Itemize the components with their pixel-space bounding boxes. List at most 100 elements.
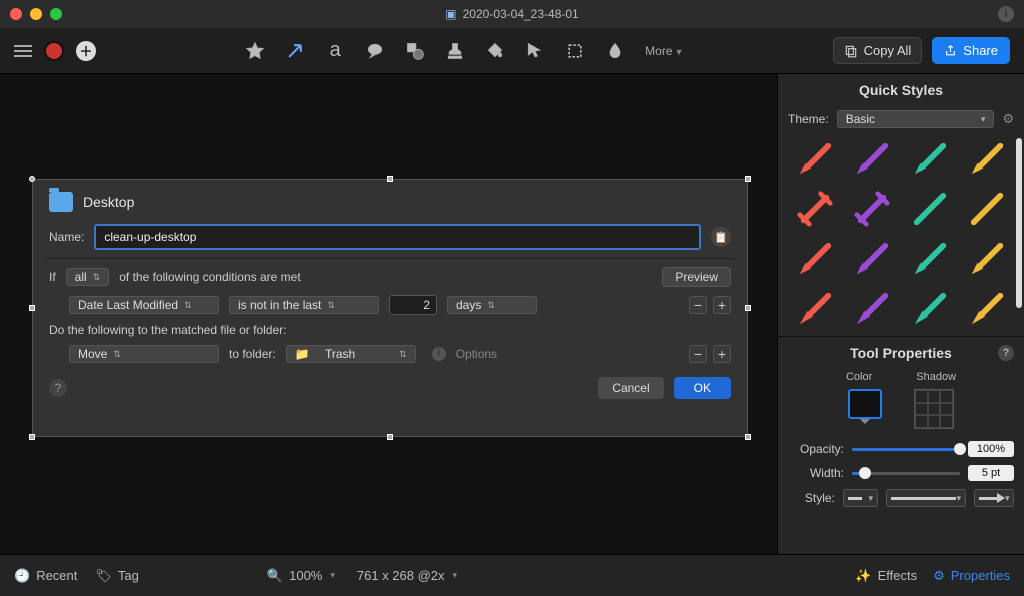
name-label: Name: [49,230,84,244]
crop-tool-icon[interactable] [565,41,585,61]
style-swatch[interactable] [848,138,898,180]
resize-handle[interactable] [387,434,393,440]
style-swatch[interactable] [963,288,1013,330]
add-action-button[interactable]: + [713,345,731,363]
theme-select[interactable]: Basic▾ [837,110,995,128]
help-icon[interactable]: ? [49,379,67,397]
rule-name-input[interactable] [94,224,701,250]
arrow-tool-icon[interactable] [285,41,305,61]
condition-field-select[interactable]: Date Last Modified⇅ [69,296,219,314]
quick-styles-title: Quick Styles [778,74,1024,106]
menu-icon[interactable] [14,45,32,57]
color-picker[interactable] [848,389,882,419]
zoom-indicator[interactable]: 🔍100%▾ [267,568,335,584]
options-label[interactable]: Options [456,347,497,361]
favorite-tool-icon[interactable] [245,41,265,61]
help-icon[interactable]: ? [998,345,1014,361]
remove-action-button[interactable]: − [689,345,707,363]
resize-handle[interactable] [745,176,751,182]
width-value[interactable]: 5 pt [968,465,1014,481]
info-icon[interactable]: i [998,6,1014,22]
maximize-window[interactable] [50,8,62,20]
style-swatch[interactable] [905,138,955,180]
to-folder-label: to folder: [229,347,276,361]
shadow-picker[interactable] [914,389,954,429]
preview-button[interactable]: Preview [662,267,731,287]
effects-button[interactable]: ✨Effects [855,568,917,584]
line-style-select[interactable]: ▾ [886,489,966,507]
text-tool-icon[interactable]: a [325,41,345,61]
rule-dialog: Desktop Name: 📋 If all⇅ of the following… [32,179,748,437]
resize-handle[interactable] [745,434,751,440]
action-select[interactable]: Move⇅ [69,345,219,363]
resize-handle[interactable] [387,176,393,182]
minimize-window[interactable] [30,8,42,20]
fill-tool-icon[interactable] [485,41,505,61]
properties-label: Properties [951,568,1010,583]
tag-icon: 🏷 [95,568,112,584]
remove-condition-button[interactable]: − [689,296,707,314]
style-swatch[interactable] [790,288,840,330]
scope-select[interactable]: all⇅ [66,268,110,286]
canvas[interactable]: Desktop Name: 📋 If all⇅ of the following… [0,74,777,554]
add-condition-button[interactable]: + [713,296,731,314]
zoom-value: 100% [289,568,322,583]
styles-grid [778,132,1024,336]
scroll-indicator[interactable] [1016,138,1022,308]
width-slider[interactable] [852,466,960,480]
line-end-select[interactable]: ▾ [974,489,1014,507]
style-swatch[interactable] [790,138,840,180]
stamp-tool-icon[interactable] [445,41,465,61]
style-swatch[interactable] [790,188,840,230]
select-tool-icon[interactable] [525,41,545,61]
copy-all-button[interactable]: Copy All [833,37,923,64]
style-swatch[interactable] [905,288,955,330]
recent-button[interactable]: 🕘Recent [14,568,77,584]
share-icon [944,44,957,57]
more-tools[interactable]: More▼ [645,44,683,58]
selection[interactable]: Desktop Name: 📋 If all⇅ of the following… [32,179,748,437]
style-swatch[interactable] [905,238,955,280]
color-label: Color [846,371,872,383]
properties-button[interactable]: ⚙Properties [933,568,1010,584]
toolbar: ＋ a More▼ Copy All Share [0,28,1024,74]
shape-tool-icon[interactable] [405,41,425,61]
close-window[interactable] [10,8,22,20]
if-label: If [49,270,56,284]
destination-select[interactable]: 📁 Trash⇅ [286,345,416,363]
resize-handle[interactable] [745,305,751,311]
opacity-value[interactable]: 100% [968,441,1014,457]
conditions-text: of the following conditions are met [119,270,300,284]
style-swatch[interactable] [848,238,898,280]
tag-button[interactable]: 🏷Tag [95,568,138,584]
paste-icon[interactable]: 📋 [711,227,731,247]
style-swatch[interactable] [790,238,840,280]
do-label: Do the following to the matched file or … [49,323,286,337]
effects-label: Effects [878,568,918,583]
add-button[interactable]: ＋ [76,41,96,61]
resize-handle[interactable] [29,176,35,182]
callout-tool-icon[interactable] [365,41,385,61]
blur-tool-icon[interactable] [605,41,625,61]
opacity-label: Opacity: [788,442,844,456]
dimensions-text: 761 x 268 @2x [357,568,445,583]
style-swatch[interactable] [963,138,1013,180]
resize-handle[interactable] [29,434,35,440]
style-swatch[interactable] [848,288,898,330]
style-swatch[interactable] [963,238,1013,280]
condition-number-input[interactable] [389,295,437,315]
record-button[interactable] [46,43,62,59]
opacity-slider[interactable] [852,442,960,456]
style-swatch[interactable] [963,188,1013,230]
line-start-select[interactable]: ▾ [843,489,878,507]
resize-handle[interactable] [29,305,35,311]
cancel-button[interactable]: Cancel [598,377,663,399]
style-swatch[interactable] [905,188,955,230]
share-button[interactable]: Share [932,37,1010,64]
gear-icon[interactable]: ⚙ [1002,111,1014,127]
ok-button[interactable]: OK [674,377,731,399]
condition-op-select[interactable]: is not in the last⇅ [229,296,379,314]
titlebar: ▣2020-03-04_23-48-01 i [0,0,1024,28]
style-swatch[interactable] [848,188,898,230]
condition-unit-select[interactable]: days⇅ [447,296,537,314]
